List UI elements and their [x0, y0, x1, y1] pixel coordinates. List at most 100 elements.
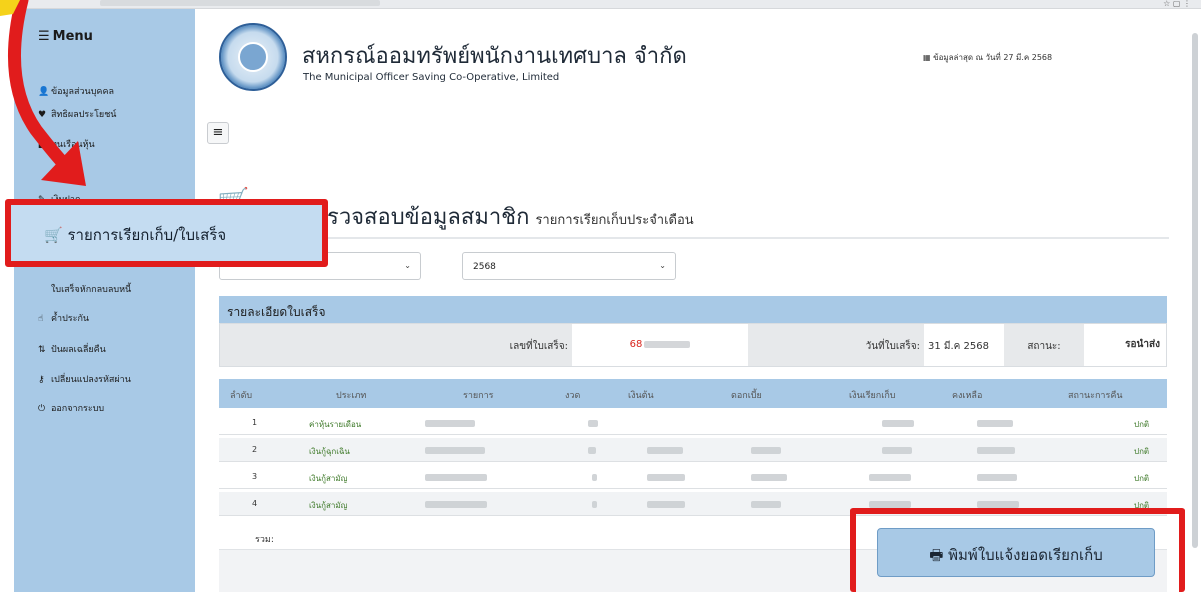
org-name-thai: สหกรณ์ออมทรัพย์พนักงานเทศบาล จำกัด [302, 44, 687, 69]
info-cell-spacer [220, 324, 396, 366]
power-icon: ⏻ [38, 404, 46, 414]
receipt-date-value: 31 มี.ค 2568 [928, 341, 989, 352]
cooperative-logo [219, 23, 287, 91]
col-header-type: ประเภท [336, 391, 367, 401]
receipt-panel-header: รายละเอียดใบเสร็จ [219, 296, 1167, 323]
browser-action-icons[interactable]: ☆ ▢ ⋮ [1163, 0, 1191, 8]
sidebar-item-logout[interactable]: ⏻ ออกจากระบบ [38, 401, 104, 415]
receipt-no-text: 68 [629, 339, 643, 350]
col-header-amount: เงินเรียกเก็บ [849, 391, 896, 401]
sidebar-item-label: ค้ำประกัน [51, 314, 90, 324]
redacted-block [751, 501, 781, 508]
arrow-shaft [8, 0, 73, 173]
receipt-info-row: เลขที่ใบเสร็จ: 68 วันที่ใบเสร็จ: 31 มี.ค… [219, 323, 1167, 367]
last-update-label: ข้อมูลล่าสุด ณ วันที่ 27 มี.ค 2568 [933, 53, 1053, 62]
col-header-refund-status: สถานะการคืน [1068, 391, 1123, 401]
row-no: 4 [252, 499, 258, 508]
last-update-text: ▦ ข้อมูลล่าสุด ณ วันที่ 27 มี.ค 2568 [923, 51, 1052, 64]
sidebar-item-label: ออกจากระบบ [51, 404, 105, 414]
address-bar[interactable] [100, 0, 380, 6]
redacted-block [647, 447, 683, 454]
page-title-main: รวจสอบข้อมูลสมาชิก [327, 205, 530, 230]
redacted-block [882, 420, 914, 427]
sidebar-item-label: ปันผลเฉลี่ยคืน [51, 345, 106, 355]
redacted-block [425, 474, 487, 481]
row-no: 3 [252, 472, 258, 481]
redacted-block [977, 420, 1013, 427]
redacted-block [647, 474, 685, 481]
sidebar-item-guarantee[interactable]: ☝ ค้ำประกัน [38, 311, 89, 325]
col-header-balance: คงเหลือ [952, 391, 983, 401]
redacted-block [977, 501, 1019, 508]
sidebar-item-label: ใบเสร็จหักกลบลบหนี้ [51, 285, 132, 295]
row-no: 1 [252, 418, 258, 427]
receipt-no-label: เลขที่ใบเสร็จ: [396, 324, 572, 366]
hamburger-icon: ≡ [212, 125, 224, 140]
redacted-block [977, 474, 1017, 481]
redacted-block [592, 501, 597, 508]
redacted-block [644, 340, 691, 348]
redacted-block [588, 420, 598, 427]
redacted-block [869, 501, 911, 508]
receipt-no-value: 68 [572, 324, 748, 366]
row-no: 2 [252, 445, 258, 454]
redacted-block [425, 501, 487, 508]
title-divider [219, 237, 1169, 239]
row-type: เงินกู้สามัญ [309, 474, 348, 483]
chevron-down-icon: ⌄ [659, 261, 666, 270]
sort-icon: ⇅ [38, 345, 46, 355]
redacted-block [588, 447, 596, 454]
thumb-icon: ☝ [38, 314, 44, 324]
total-label: รวม: [255, 535, 274, 545]
redacted-block [647, 501, 685, 508]
receipt-status-label: สถานะ: [1004, 324, 1084, 366]
hamburger-menu-button[interactable]: ≡ [207, 122, 229, 144]
table-row: 2 เงินกู้ฉุกเฉิน ปกติ [219, 438, 1167, 462]
redacted-block [751, 474, 787, 481]
year-select-value: 2568 [473, 262, 496, 272]
main-content: สหกรณ์ออมทรัพย์พนักงานเทศบาล จำกัด The M… [195, 9, 1201, 592]
sidebar-item-dividends[interactable]: ⇅ ปันผลเฉลี่ยคืน [38, 342, 106, 356]
year-select[interactable]: 2568 ⌄ [462, 252, 676, 280]
page-title: รวจสอบข้อมูลสมาชิก รายการเรียกเก็บประจำเด… [327, 199, 694, 234]
print-button-label: พิมพ์ใบแจ้งยอดเรียกเก็บ [948, 546, 1103, 564]
printer-icon: 🖶 [929, 546, 944, 564]
redacted-block [425, 420, 475, 427]
row-type: เงินกู้ฉุกเฉิน [309, 447, 350, 456]
col-header-no: ลำดับ [230, 391, 253, 401]
sidebar-item-offset-receipts[interactable]: ใบเสร็จหักกลบลบหนี้ [38, 282, 131, 296]
calendar-icon: ▦ [923, 53, 934, 62]
row-status: ปกติ [1134, 447, 1150, 456]
org-name-english: The Municipal Officer Saving Co-Operativ… [303, 72, 560, 83]
row-type: ค่าหุ้นรายเดือน [309, 420, 362, 429]
row-status: ปกติ [1134, 474, 1150, 483]
receipt-status-value: รอนำส่ง [1125, 339, 1160, 350]
redacted-block [977, 447, 1015, 454]
col-header-item: รายการ [463, 391, 494, 401]
redacted-block [592, 474, 597, 481]
table-header: ลำดับ ประเภท รายการ งวด เงินต้น ดอกเบี้ย… [219, 379, 1167, 408]
key-icon: ⚷ [38, 375, 45, 385]
vertical-scrollbar[interactable] [1192, 33, 1198, 548]
col-header-period: งวด [565, 391, 581, 401]
sidebar-item-label: เปลี่ยนแปลงรหัสผ่าน [51, 375, 131, 385]
row-type: เงินกู้สามัญ [309, 501, 348, 510]
row-status: ปกติ [1134, 420, 1150, 429]
browser-toolbar: ☆ ▢ ⋮ [0, 0, 1201, 9]
redacted-block [425, 447, 485, 454]
redacted-block [751, 447, 781, 454]
screenshot-frame: ☆ ▢ ⋮ ☰ Menu 👤 ข้อมูลส่วนบุคคล ♥ สิทธิผลประ… [0, 0, 1201, 592]
chevron-down-icon: ⌄ [404, 261, 411, 270]
col-header-principal: เงินต้น [628, 391, 654, 401]
receipt-date-label: วันที่ใบเสร็จ: [748, 324, 924, 366]
print-statement-button[interactable]: 🖶 พิมพ์ใบแจ้งยอดเรียกเก็บ [877, 528, 1155, 577]
logo-emblem [238, 42, 268, 72]
table-row: 1 ค่าหุ้นรายเดือน ปกติ [219, 411, 1167, 435]
col-header-interest: ดอกเบี้ย [731, 391, 762, 401]
table-row: 3 เงินกู้สามัญ ปกติ [219, 465, 1167, 489]
redacted-block [869, 474, 911, 481]
sidebar-item-change-password[interactable]: ⚷ เปลี่ยนแปลงรหัสผ่าน [38, 372, 131, 386]
page-subtitle: รายการเรียกเก็บประจำเดือน [535, 213, 694, 228]
red-arrow-annotation [0, 0, 86, 186]
redacted-block [882, 447, 912, 454]
